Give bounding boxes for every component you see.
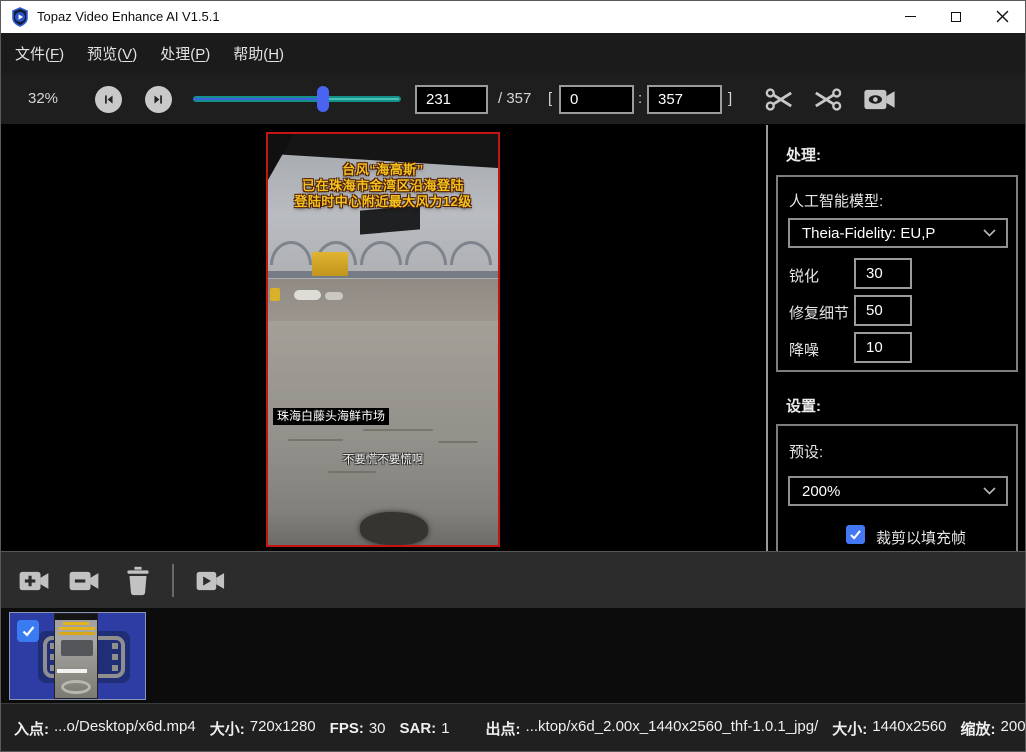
check-icon bbox=[21, 625, 36, 637]
preset-value: 200% bbox=[802, 483, 983, 500]
zoom-level-label: 32% bbox=[28, 90, 58, 107]
video-debris bbox=[360, 512, 428, 545]
skip-to-end-button[interactable] bbox=[145, 86, 172, 113]
menu-help[interactable]: 帮助(H) bbox=[233, 43, 284, 64]
close-icon bbox=[996, 10, 1009, 23]
status-sar: SAR:1 bbox=[400, 720, 450, 737]
process-clip-camera-icon[interactable] bbox=[194, 564, 228, 598]
preset-dropdown[interactable]: 200% bbox=[788, 476, 1008, 506]
status-out-point: 出点:...ktop/x6d_2.00x_1440x2560_thf-1.0.1… bbox=[486, 718, 819, 739]
video-preview-pane: 台风“海高斯” 已在珠海市金湾区沿海登陆 登陆时中心附近最大风力12级 珠海白藤… bbox=[1, 125, 766, 551]
status-input-size: 大小:720x1280 bbox=[210, 718, 316, 739]
playback-toolbar: 32% / 357 [ : ] bbox=[1, 73, 1025, 125]
preview-camera-icon[interactable] bbox=[861, 83, 898, 116]
check-icon bbox=[849, 529, 862, 540]
preset-label: 预设: bbox=[789, 441, 823, 462]
video-yellow-truck bbox=[312, 252, 348, 276]
menu-preview[interactable]: 预览(V) bbox=[87, 43, 137, 64]
window-title: Topaz Video Enhance AI V1.5.1 bbox=[37, 9, 220, 24]
sharpen-input[interactable] bbox=[854, 258, 912, 289]
restore-detail-input[interactable] bbox=[854, 295, 912, 326]
crop-to-fill-label: 裁剪以填充帧 bbox=[876, 527, 966, 548]
chevron-down-icon bbox=[983, 229, 996, 237]
status-scale: 缩放:200% bbox=[961, 718, 1025, 739]
settings-heading: 设置: bbox=[786, 395, 821, 416]
delete-clip-trash-icon[interactable] bbox=[121, 564, 155, 598]
settings-panel: 处理: 人工智能模型: Theia-Fidelity: EU,P 锐化 修复细节… bbox=[768, 125, 1025, 551]
video-headline: 台风“海高斯” 已在珠海市金湾区沿海登陆 登陆时中心附近最大风力12级 bbox=[268, 162, 498, 210]
current-frame-input[interactable] bbox=[415, 85, 488, 114]
app-logo-icon bbox=[10, 7, 30, 27]
status-in-point: 入点:...o/Desktop/x6d.mp4 bbox=[14, 718, 196, 739]
trim-bracket-close: ] bbox=[728, 90, 732, 107]
skip-start-icon bbox=[101, 92, 116, 107]
toolbar-divider bbox=[172, 564, 174, 597]
cut-out-scissors-icon[interactable] bbox=[811, 83, 844, 116]
menu-file[interactable]: 文件(F) bbox=[15, 43, 64, 64]
video-location-tag: 珠海白藤头海鲜市场 bbox=[273, 408, 389, 425]
video-frame: 台风“海高斯” 已在珠海市金湾区沿海登陆 登陆时中心附近最大风力12级 珠海白藤… bbox=[266, 132, 500, 547]
ai-model-group: 人工智能模型: Theia-Fidelity: EU,P 锐化 修复细节 降噪 bbox=[776, 175, 1018, 372]
timeline-slider[interactable] bbox=[193, 86, 401, 112]
slider-thumb[interactable] bbox=[317, 86, 329, 112]
slider-track-highlight bbox=[326, 98, 399, 100]
ai-model-label: 人工智能模型: bbox=[789, 190, 883, 211]
trim-end-input[interactable] bbox=[647, 85, 722, 114]
ai-model-value: Theia-Fidelity: EU,P bbox=[802, 225, 983, 242]
maximize-icon bbox=[951, 12, 961, 22]
sharpen-label: 锐化 bbox=[789, 265, 819, 286]
frame-total-label: / 357 bbox=[498, 90, 531, 107]
status-fps: FPS:30 bbox=[330, 720, 386, 737]
clip-checkbox[interactable] bbox=[17, 620, 39, 642]
clip-thumbnail-selected[interactable] bbox=[9, 612, 146, 700]
ai-model-dropdown[interactable]: Theia-Fidelity: EU,P bbox=[788, 218, 1008, 248]
status-bar: 入点:...o/Desktop/x6d.mp4 大小:720x1280 FPS:… bbox=[1, 703, 1025, 752]
status-output-size: 大小:1440x2560 bbox=[832, 718, 946, 739]
processing-heading: 处理: bbox=[786, 144, 821, 165]
trim-start-input[interactable] bbox=[559, 85, 634, 114]
video-flooded-street bbox=[268, 279, 498, 321]
trim-separator: : bbox=[638, 90, 642, 107]
preset-group: 预设: 200% 裁剪以填充帧 bbox=[776, 424, 1018, 551]
clip-strip bbox=[1, 608, 1025, 703]
cut-in-scissors-icon[interactable] bbox=[763, 83, 796, 116]
menu-bar: 文件(F) 预览(V) 处理(P) 帮助(H) bbox=[1, 33, 1025, 73]
slider-progress bbox=[193, 98, 323, 100]
crop-to-fill-checkbox[interactable] bbox=[846, 525, 865, 544]
remove-clip-camera-icon[interactable] bbox=[67, 564, 101, 598]
menu-process[interactable]: 处理(P) bbox=[160, 43, 210, 64]
maximize-button[interactable] bbox=[933, 1, 979, 32]
denoise-input[interactable] bbox=[854, 332, 912, 363]
clip-toolbar bbox=[1, 551, 1025, 608]
chevron-down-icon bbox=[983, 487, 996, 495]
video-caption: 不要慌不要慌啊 bbox=[268, 451, 498, 467]
main-area: 台风“海高斯” 已在珠海市金湾区沿海登陆 登陆时中心附近最大风力12级 珠海白藤… bbox=[1, 125, 1025, 551]
app-window: Topaz Video Enhance AI V1.5.1 文件(F) 预览(V… bbox=[0, 0, 1026, 752]
trim-bracket-open: [ bbox=[548, 90, 552, 107]
close-button[interactable] bbox=[979, 1, 1025, 32]
restore-detail-label: 修复细节 bbox=[789, 302, 849, 323]
minimize-icon bbox=[905, 16, 916, 17]
add-clip-camera-icon[interactable] bbox=[17, 564, 51, 598]
clip-thumbnail-image bbox=[54, 613, 98, 699]
minimize-button[interactable] bbox=[887, 1, 933, 32]
title-bar: Topaz Video Enhance AI V1.5.1 bbox=[1, 1, 1025, 33]
skip-to-start-button[interactable] bbox=[95, 86, 122, 113]
denoise-label: 降噪 bbox=[789, 339, 819, 360]
skip-end-icon bbox=[151, 92, 166, 107]
